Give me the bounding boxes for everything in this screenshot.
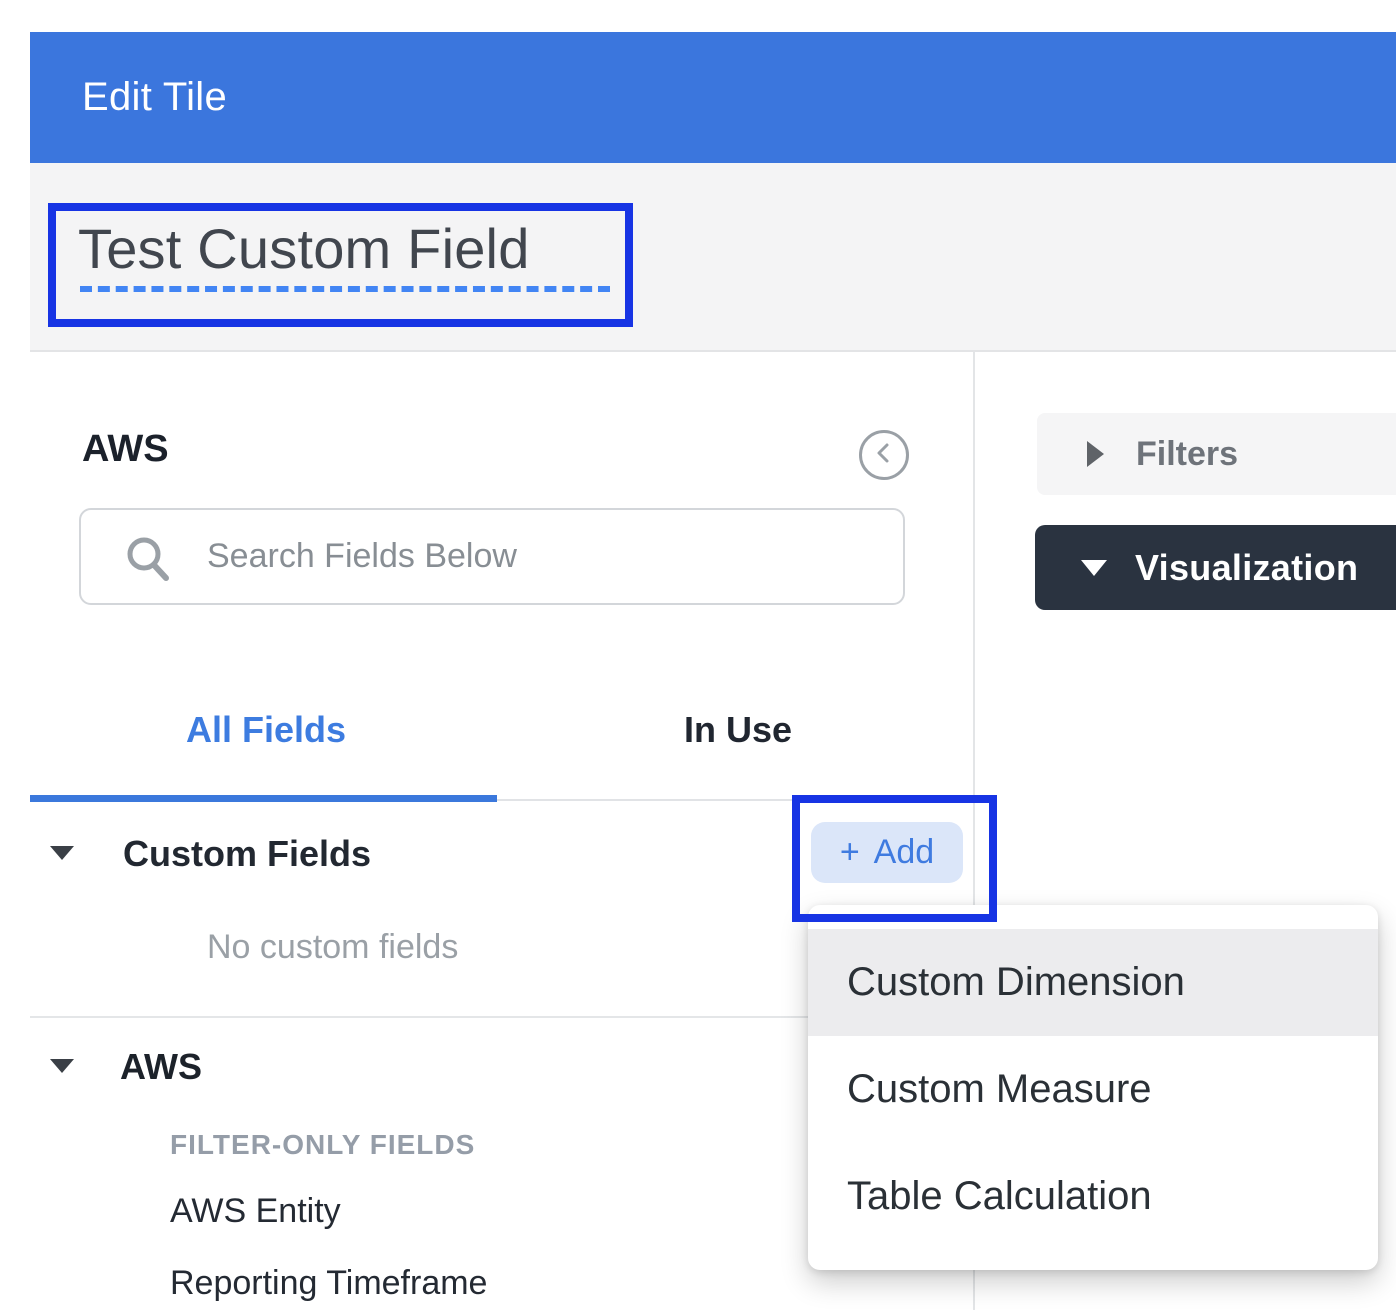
chevron-down-icon[interactable] xyxy=(50,1059,74,1073)
filters-label: Filters xyxy=(1136,435,1238,474)
menu-item-custom-measure[interactable]: Custom Measure xyxy=(808,1036,1378,1143)
tile-title-underline xyxy=(80,286,610,292)
chevron-left-icon xyxy=(869,438,899,473)
dialog-header: Edit Tile xyxy=(30,32,1396,163)
filter-only-fields-label: FILTER-ONLY FIELDS xyxy=(170,1129,475,1161)
search-input[interactable] xyxy=(81,510,903,603)
tab-active-indicator xyxy=(30,795,497,802)
menu-item-custom-dimension[interactable]: Custom Dimension xyxy=(808,929,1378,1036)
dialog-title: Edit Tile xyxy=(82,75,227,120)
tab-all-fields[interactable]: All Fields xyxy=(30,700,502,760)
field-item-aws-entity[interactable]: AWS Entity xyxy=(170,1192,341,1231)
field-item-reporting-timeframe[interactable]: Reporting Timeframe xyxy=(170,1264,487,1303)
visualization-section-header[interactable]: Visualization xyxy=(1035,525,1396,610)
menu-item-table-calculation[interactable]: Table Calculation xyxy=(808,1143,1378,1250)
add-button-label: Add xyxy=(874,833,935,872)
section-aws[interactable]: AWS xyxy=(120,1046,202,1088)
no-custom-fields-text: No custom fields xyxy=(207,928,458,967)
tile-title-input[interactable]: Test Custom Field xyxy=(78,216,530,281)
plus-icon: + xyxy=(840,833,860,872)
add-button[interactable]: + Add xyxy=(811,822,963,883)
tab-in-use[interactable]: In Use xyxy=(502,700,974,760)
collapse-panel-button[interactable] xyxy=(859,430,909,480)
section-custom-fields[interactable]: Custom Fields xyxy=(123,833,371,875)
search-box xyxy=(79,508,905,605)
chevron-down-icon xyxy=(1081,560,1107,576)
add-field-menu: Custom Dimension Custom Measure Table Ca… xyxy=(808,905,1378,1270)
visualization-label: Visualization xyxy=(1135,547,1358,589)
explore-name: AWS xyxy=(82,428,169,471)
filters-section-header[interactable]: Filters xyxy=(1037,413,1396,495)
chevron-down-icon[interactable] xyxy=(50,846,74,860)
chevron-right-icon xyxy=(1087,441,1104,467)
